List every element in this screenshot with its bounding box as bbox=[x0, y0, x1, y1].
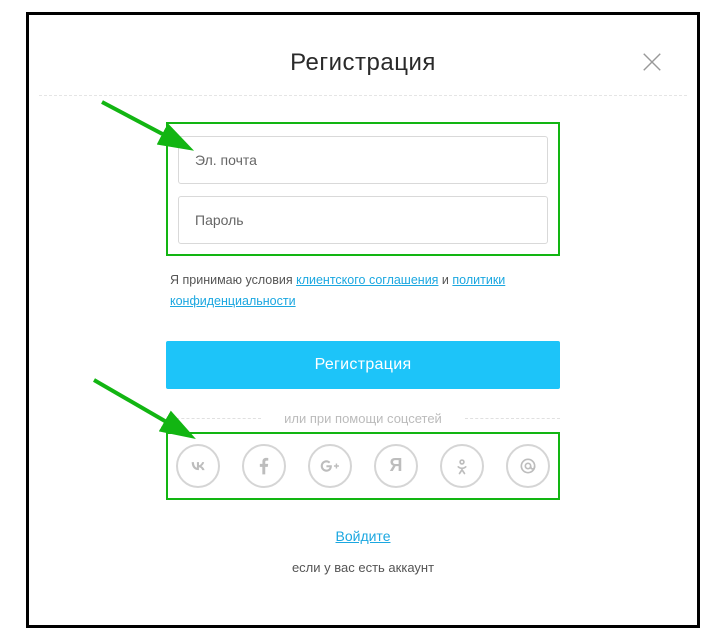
inputs-highlight-box bbox=[166, 122, 560, 256]
email-input[interactable] bbox=[178, 136, 548, 184]
social-divider-label: или при помощи соцсетей bbox=[166, 411, 560, 426]
close-icon bbox=[641, 51, 663, 73]
social-vk-button[interactable] bbox=[176, 444, 220, 488]
terms-agreement-link[interactable]: клиентского соглашения bbox=[296, 273, 438, 287]
dialog-title: Регистрация bbox=[39, 49, 687, 77]
vk-icon bbox=[188, 456, 208, 476]
odnoklassniki-icon bbox=[452, 456, 472, 476]
mailru-icon bbox=[518, 456, 538, 476]
terms-mid: и bbox=[438, 273, 452, 287]
account-hint: если у вас есть аккаунт bbox=[166, 560, 560, 575]
terms-prefix: Я принимаю условия bbox=[170, 273, 296, 287]
password-input[interactable] bbox=[178, 196, 548, 244]
facebook-icon bbox=[254, 456, 274, 476]
login-link[interactable]: Войдите bbox=[336, 528, 391, 544]
login-line: Войдите bbox=[166, 528, 560, 546]
social-ok-button[interactable] bbox=[440, 444, 484, 488]
google-plus-icon bbox=[320, 456, 340, 476]
screenshot-frame: Регистрация Я принимаю условия клиентско… bbox=[26, 12, 700, 628]
social-google-button[interactable] bbox=[308, 444, 352, 488]
form-area: Я принимаю условия клиентского соглашени… bbox=[166, 96, 560, 575]
registration-dialog: Регистрация Я принимаю условия клиентско… bbox=[39, 25, 687, 615]
yandex-icon: Я bbox=[390, 455, 403, 476]
register-button[interactable]: Регистрация bbox=[166, 341, 560, 389]
close-button[interactable] bbox=[641, 51, 663, 73]
dialog-header: Регистрация bbox=[39, 25, 687, 96]
social-mailru-button[interactable] bbox=[506, 444, 550, 488]
social-yandex-button[interactable]: Я bbox=[374, 444, 418, 488]
social-facebook-button[interactable] bbox=[242, 444, 286, 488]
social-highlight-box: Я bbox=[166, 432, 560, 500]
terms-text: Я принимаю условия клиентского соглашени… bbox=[166, 256, 560, 313]
